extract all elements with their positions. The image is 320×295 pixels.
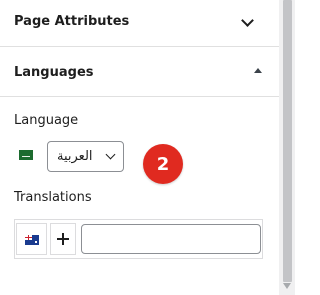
saudi-arabia-flag-icon — [19, 150, 33, 160]
step-number-badge: 2 — [143, 144, 183, 184]
australia-flag-icon — [25, 235, 39, 245]
translation-row — [14, 219, 263, 259]
chevron-down-icon — [105, 149, 116, 160]
translation-title-input[interactable] — [81, 224, 261, 254]
page-attributes-panel-header[interactable]: Page Attributes — [0, 0, 279, 46]
page-attributes-title: Page Attributes — [14, 14, 130, 29]
scrollbar-thumb[interactable] — [283, 0, 292, 282]
caret-up-icon[interactable] — [254, 68, 262, 73]
scrollbar[interactable] — [279, 0, 295, 295]
language-select[interactable]: العربية — [47, 141, 124, 172]
chevron-down-icon[interactable] — [241, 14, 254, 27]
scroll-down-arrow-icon[interactable] — [283, 283, 291, 289]
settings-sidebar: Page Attributes Languages Language العرب… — [0, 0, 279, 295]
languages-panel-header[interactable]: Languages — [0, 47, 279, 96]
languages-title: Languages — [14, 65, 94, 80]
language-select-value: العربية — [57, 149, 93, 164]
translation-flag-box — [16, 223, 47, 255]
divider — [0, 96, 279, 97]
add-translation-button[interactable] — [50, 223, 76, 255]
language-label: Language — [14, 113, 79, 128]
translations-label: Translations — [14, 190, 92, 205]
